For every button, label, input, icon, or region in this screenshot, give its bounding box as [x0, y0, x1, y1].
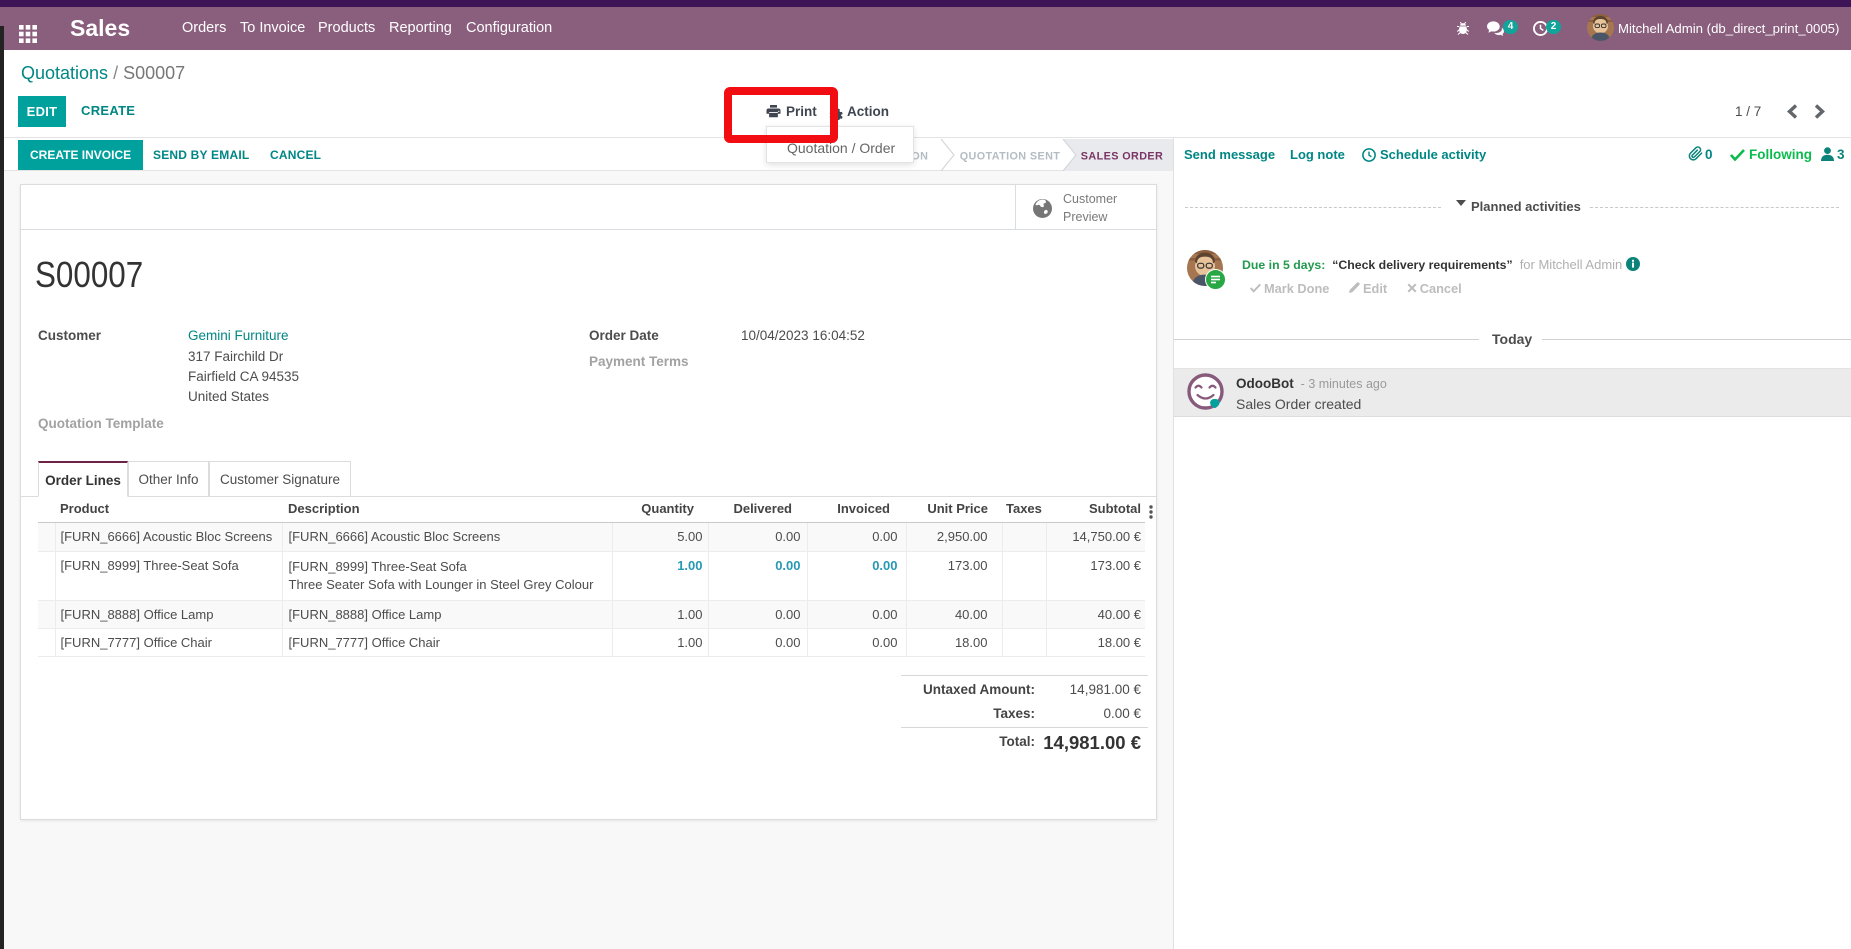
svg-text:QUOTATION SENT: QUOTATION SENT: [960, 151, 1061, 163]
svg-text:SALES ORDER: SALES ORDER: [1081, 151, 1163, 163]
